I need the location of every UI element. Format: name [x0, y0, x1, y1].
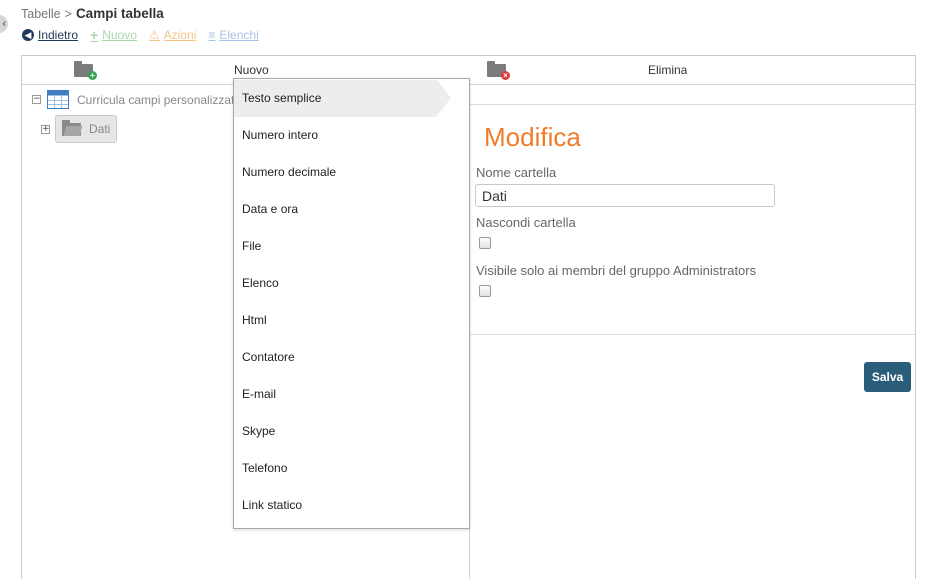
hide-folder-label: Nascondi cartella	[476, 215, 576, 230]
menu-item-telefono[interactable]: Telefono	[234, 450, 469, 487]
folder-name-label: Nome cartella	[476, 165, 557, 180]
new-folder-button[interactable]: +	[74, 56, 97, 85]
back-link-label: Indietro	[38, 28, 79, 42]
menu-item-numero-intero[interactable]: Numero intero	[234, 117, 469, 154]
form-top-divider	[470, 104, 915, 105]
hide-folder-checkbox[interactable]	[479, 237, 491, 249]
new-field-type-menu: Testo semplice Numero intero Numero deci…	[233, 78, 470, 529]
collapse-sidebar-handle[interactable]: ‹	[0, 15, 8, 33]
back-link[interactable]: ◀ Indietro	[22, 27, 78, 43]
action-bar: ◀ Indietro + Nuovo ⚠ Azioni ≡ Elenchi	[22, 27, 259, 43]
breadcrumb-separator: >	[64, 7, 72, 21]
add-badge-icon: +	[88, 71, 97, 80]
menu-item-elenco[interactable]: Elenco	[234, 265, 469, 302]
page-title: Campi tabella	[75, 6, 164, 21]
edit-form: Modifica Nome cartella Nascondi cartella…	[470, 85, 915, 579]
expand-icon[interactable]: +	[41, 124, 50, 134]
tree-root-label[interactable]: Curricula campi personalizzati	[77, 93, 237, 107]
tree-child-selected[interactable]: Dati	[55, 115, 118, 143]
lists-link[interactable]: ≡ Elenchi	[208, 27, 258, 43]
admin-only-label: Visibile solo ai membri del gruppo Admin…	[476, 263, 757, 278]
folder-delete-icon: ×	[487, 61, 510, 80]
admin-only-checkbox[interactable]	[479, 285, 491, 297]
open-folder-icon	[62, 119, 81, 136]
menu-item-testo-semplice[interactable]: Testo semplice	[234, 80, 451, 117]
delete-folder-button[interactable]: ×	[487, 56, 510, 85]
breadcrumb-parent[interactable]: Tabelle	[21, 7, 61, 21]
menu-item-contatore[interactable]: Contatore	[234, 339, 469, 376]
save-button[interactable]: Salva	[864, 362, 911, 392]
menu-item-link-statico[interactable]: Link statico	[234, 487, 469, 524]
list-icon: ≡	[208, 28, 216, 42]
lists-link-label: Elenchi	[219, 28, 259, 42]
delete-button-label[interactable]: Elimina	[648, 56, 687, 85]
actions-link-label: Azioni	[163, 28, 197, 42]
menu-item-numero-decimale[interactable]: Numero decimale	[234, 154, 469, 191]
folder-name-input[interactable]	[475, 184, 775, 207]
actions-link[interactable]: ⚠ Azioni	[149, 27, 196, 43]
arrow-left-circle-icon: ◀	[22, 29, 34, 41]
menu-item-skype[interactable]: Skype	[234, 413, 469, 450]
menu-item-email[interactable]: E-mail	[234, 376, 469, 413]
plus-icon: +	[90, 27, 99, 43]
tree-child-node[interactable]: + Dati	[41, 115, 118, 143]
new-link-label: Nuovo	[102, 28, 137, 42]
table-icon	[47, 90, 69, 109]
folder-add-icon: +	[74, 61, 97, 80]
collapse-icon[interactable]: −	[32, 95, 41, 104]
menu-item-file[interactable]: File	[234, 228, 469, 265]
tree-root-node[interactable]: − Curricula campi personalizzati	[32, 90, 237, 109]
menu-item-html[interactable]: Html	[234, 302, 469, 339]
menu-item-data-e-ora[interactable]: Data e ora	[234, 191, 469, 228]
warning-icon: ⚠	[148, 28, 160, 42]
tree-child-label: Dati	[89, 122, 111, 136]
form-title: Modifica	[484, 122, 581, 152]
new-link[interactable]: + Nuovo	[90, 27, 137, 43]
page: ‹ Tabelle > Campi tabella ◀ Indietro + Nuo…	[0, 0, 941, 579]
form-bottom-divider	[470, 334, 915, 335]
breadcrumb: Tabelle > Campi tabella	[21, 6, 164, 21]
delete-badge-icon: ×	[501, 71, 510, 80]
